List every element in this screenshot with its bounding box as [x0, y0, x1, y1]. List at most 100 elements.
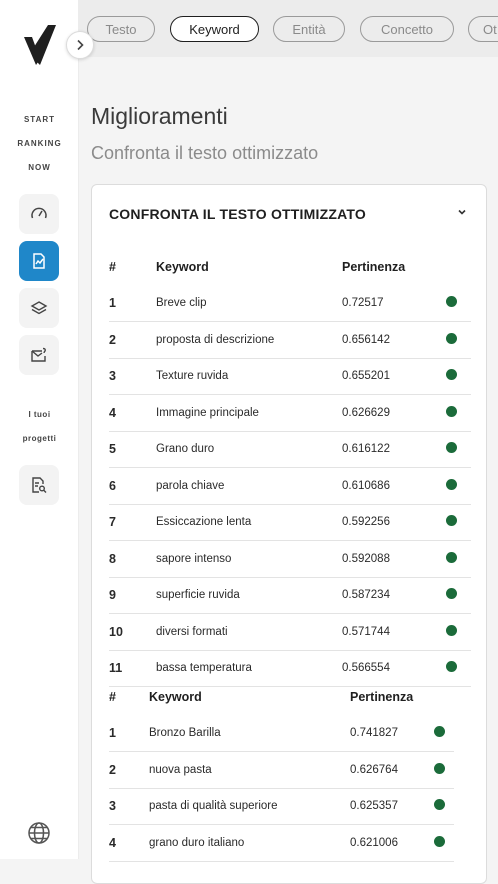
- tab-concetto[interactable]: Concetto: [360, 16, 454, 42]
- row-keyword: Breve clip: [156, 285, 342, 322]
- tab-keyword[interactable]: Keyword: [170, 16, 259, 42]
- row-relevance: 0.621006: [350, 824, 434, 862]
- row-relevance: 0.625357: [350, 788, 434, 825]
- globe-icon: [28, 822, 50, 844]
- status-dot-icon: [434, 726, 445, 737]
- table-row: 9 superficie ruvida 0.587234: [109, 577, 471, 614]
- compare-card: CONFRONTA IL TESTO OTTIMIZZATO # Keyword…: [91, 184, 487, 884]
- status-dot-icon: [446, 405, 457, 417]
- row-keyword: Texture ruvida: [156, 358, 342, 395]
- status-dot-icon: [446, 551, 457, 563]
- nav-mail-button[interactable]: [19, 335, 59, 375]
- row-relevance: 0.610686: [342, 467, 446, 505]
- status-dot-icon: [446, 442, 457, 454]
- row-number: 1: [109, 285, 156, 322]
- speedometer-icon: [31, 207, 47, 219]
- col-header-keyword: Keyword: [149, 690, 202, 704]
- brand-line-1: START: [23, 115, 56, 124]
- row-relevance: 0.655201: [342, 358, 446, 395]
- row-relevance: 0.72517: [342, 285, 446, 322]
- status-dot-icon: [446, 478, 457, 490]
- row-status: [446, 467, 471, 505]
- row-keyword: parola chiave: [156, 467, 342, 505]
- row-relevance: 0.616122: [342, 431, 446, 468]
- row-number: 3: [109, 788, 149, 825]
- keyword-table-1: # Keyword Pertinenza 1 Breve clip 0.72517 2…: [109, 249, 471, 687]
- nav-layers-button[interactable]: [19, 288, 59, 328]
- row-keyword: pasta di qualità superiore: [149, 788, 350, 825]
- row-keyword: Grano duro: [156, 431, 342, 468]
- language-button[interactable]: [26, 820, 52, 846]
- status-dot-icon: [446, 661, 457, 673]
- row-keyword: Essiccazione lenta: [156, 504, 342, 541]
- mail-question-icon: [31, 347, 46, 362]
- keyword-table-2: # Keyword Pertinenza 1 Bronzo Barilla 0.74…: [109, 679, 454, 862]
- col-header-relevance: Pertinenza: [342, 260, 406, 274]
- row-relevance: 0.587234: [342, 577, 446, 614]
- col-header-number: #: [109, 260, 116, 274]
- row-relevance: 0.626764: [350, 751, 434, 789]
- tab-testo[interactable]: Testo: [87, 16, 155, 42]
- row-number: 5: [109, 431, 156, 468]
- layers-icon: [30, 301, 48, 315]
- expand-sidebar-button[interactable]: [66, 31, 94, 59]
- table-row: 1 Breve clip 0.72517: [109, 285, 471, 322]
- status-dot-icon: [446, 515, 457, 527]
- tab-bar: Testo Keyword Entità Concetto Ot: [79, 0, 498, 57]
- status-dot-icon: [446, 624, 457, 636]
- row-number: 6: [109, 467, 156, 505]
- row-keyword: superficie ruvida: [156, 577, 342, 614]
- row-number: 2: [109, 321, 156, 359]
- status-dot-icon: [446, 296, 457, 307]
- row-relevance: 0.656142: [342, 321, 446, 359]
- status-dot-icon: [434, 835, 445, 847]
- row-status: [434, 715, 454, 752]
- projects-label-1: I tuoi: [28, 410, 51, 419]
- row-relevance: 0.741827: [350, 715, 434, 752]
- table-row: 7 Essiccazione lenta 0.592256: [109, 504, 471, 541]
- row-number: 4: [109, 824, 149, 862]
- table-row: 10 diversi formati 0.571744: [109, 613, 471, 651]
- row-number: 10: [109, 613, 156, 651]
- page-subtitle: Confronta il testo ottimizzato: [91, 143, 319, 163]
- nav-analysis-button[interactable]: [19, 241, 59, 281]
- tab-other[interactable]: Ot: [468, 16, 498, 42]
- row-keyword: Immagine principale: [156, 394, 342, 432]
- col-header-status: [446, 249, 471, 285]
- chevron-down-icon[interactable]: [456, 207, 468, 217]
- chart-document-icon: [33, 253, 45, 269]
- row-number: 4: [109, 394, 156, 432]
- row-status: [446, 431, 471, 468]
- page-title: Miglioramenti: [91, 103, 228, 129]
- chevron-right-icon: [77, 39, 84, 51]
- row-status: [446, 285, 471, 322]
- nav-project-button[interactable]: [19, 465, 59, 505]
- row-number: 9: [109, 577, 156, 614]
- brand-line-2: RANKING: [17, 139, 62, 148]
- document-search-icon: [32, 477, 47, 493]
- row-number: 1: [109, 715, 149, 752]
- status-dot-icon: [434, 762, 445, 774]
- row-keyword: nuova pasta: [149, 751, 350, 789]
- col-header-status: [434, 679, 454, 715]
- tab-entita[interactable]: Entità: [273, 16, 345, 42]
- row-number: 2: [109, 751, 149, 789]
- table-row: 4 grano duro italiano 0.621006: [109, 824, 454, 862]
- nav-dashboard-button[interactable]: [19, 194, 59, 234]
- sidebar: START RANKING NOW I tuoi progetti: [0, 0, 79, 859]
- table-row: 8 sapore intenso 0.592088: [109, 540, 471, 578]
- table-row: 3 Texture ruvida 0.655201: [109, 358, 471, 395]
- row-status: [446, 358, 471, 395]
- col-header-number: #: [109, 690, 116, 704]
- row-status: [434, 824, 454, 862]
- row-relevance: 0.592088: [342, 540, 446, 578]
- table-row: 2 proposta di descrizione 0.656142: [109, 321, 471, 359]
- row-keyword: sapore intenso: [156, 540, 342, 578]
- projects-label-2: progetti: [22, 434, 57, 443]
- status-dot-icon: [446, 332, 457, 344]
- status-dot-icon: [446, 588, 457, 600]
- status-dot-icon: [434, 799, 445, 811]
- table-row: 1 Bronzo Barilla 0.741827: [109, 715, 454, 752]
- col-header-relevance: Pertinenza: [350, 690, 414, 704]
- row-status: [446, 394, 471, 432]
